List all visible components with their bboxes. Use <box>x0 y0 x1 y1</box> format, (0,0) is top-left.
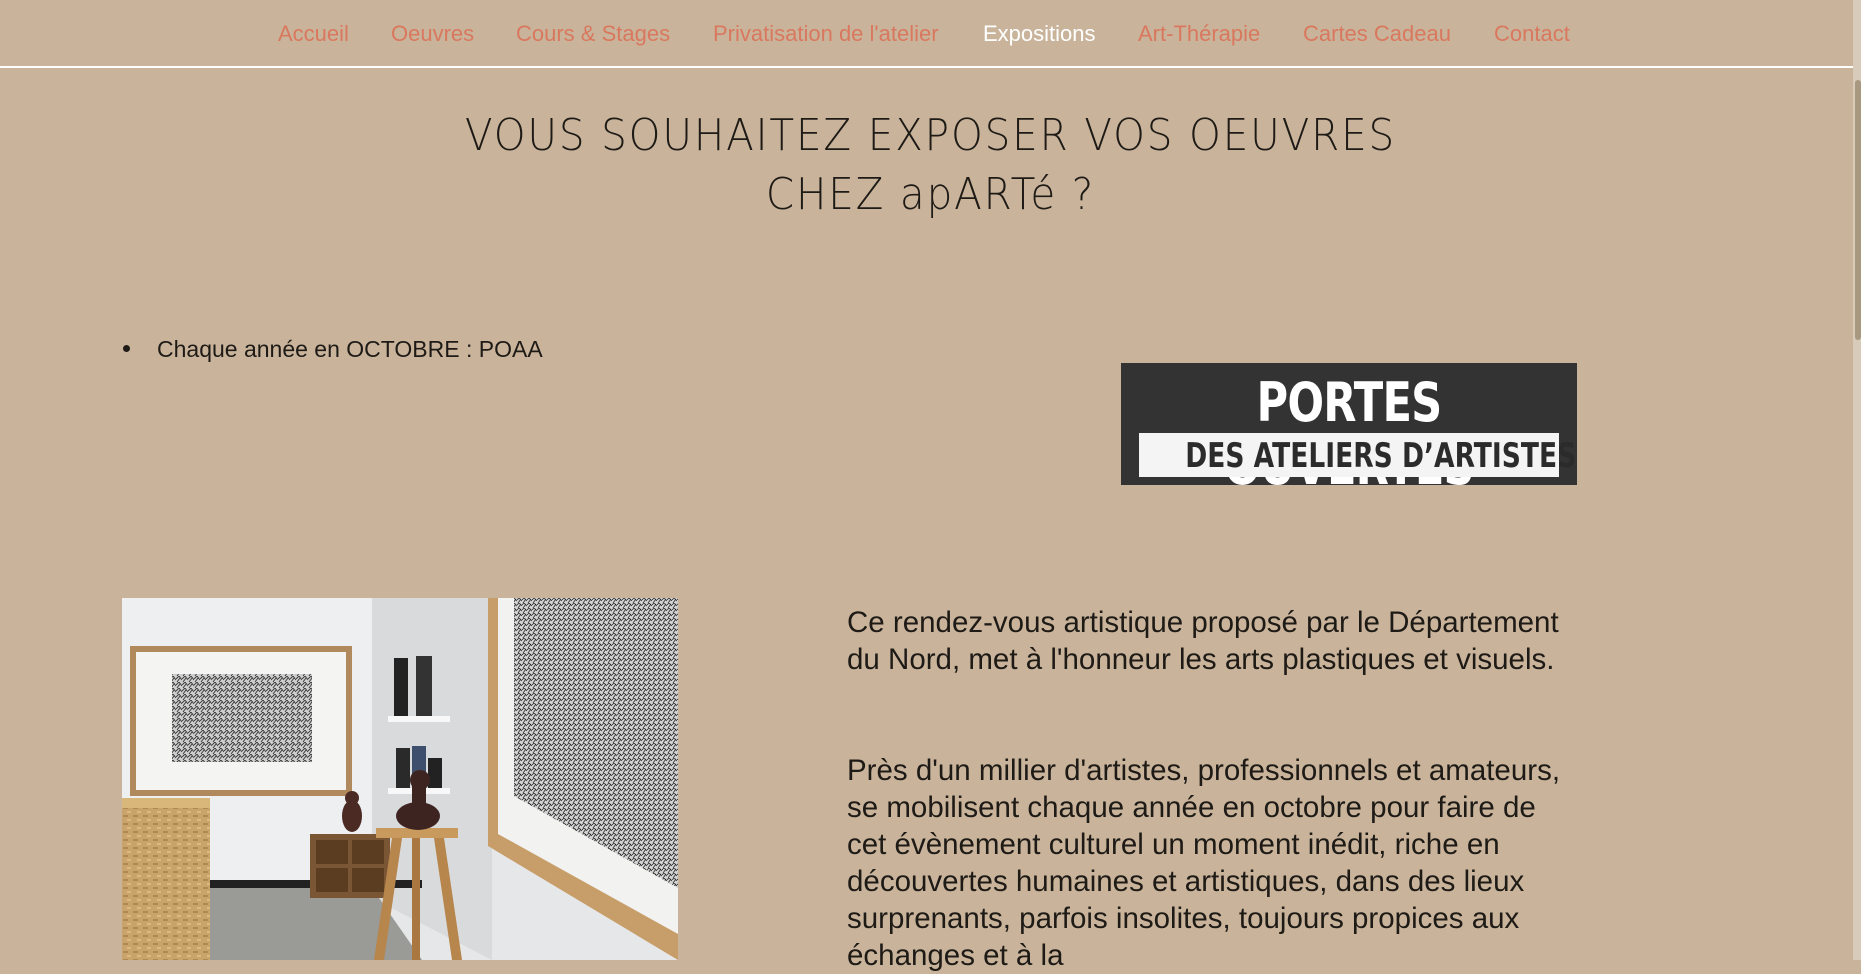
nav-item-expositions[interactable]: Expositions <box>983 21 1096 47</box>
page-title-line-1: VOUS SOUHAITEZ EXPOSER VOS OEUVRES <box>464 110 1397 161</box>
bullet-icon <box>123 345 130 352</box>
logo-subtitle: DES ATELIERS D’ARTISTES <box>1185 436 1577 476</box>
exhibition-photo <box>122 598 678 960</box>
nav-item-accueil[interactable]: Accueil <box>278 21 349 47</box>
scrollbar-thumb[interactable] <box>1855 80 1861 340</box>
main-nav: Accueil Oeuvres Cours & Stages Privatisa… <box>0 0 1861 68</box>
nav-item-oeuvres[interactable]: Oeuvres <box>391 21 474 47</box>
nav-item-privatisation[interactable]: Privatisation de l'atelier <box>713 21 939 47</box>
page-scrollbar[interactable] <box>1853 0 1861 960</box>
paragraph-intro: Ce rendez-vous artistique proposé par le… <box>847 606 1559 676</box>
nav-item-cartes-cadeau[interactable]: Cartes Cadeau <box>1303 21 1451 47</box>
bullet-text: Chaque année en OCTOBRE : POAA <box>157 336 543 362</box>
nav-item-art-therapie[interactable]: Art-Thérapie <box>1138 21 1260 47</box>
poaa-logo: PORTES OUVERTES DES ATELIERS D’ARTISTES <box>1121 363 1577 497</box>
nav-item-cours-stages[interactable]: Cours & Stages <box>516 21 670 47</box>
page-title-line-2: CHEZ apARTé ? <box>765 169 1096 220</box>
paragraph-details: Près d'un millier d'artistes, profession… <box>847 754 1561 972</box>
nav-item-contact[interactable]: Contact <box>1494 21 1570 47</box>
logo-subtitle-box: DES ATELIERS D’ARTISTES <box>1139 433 1577 477</box>
